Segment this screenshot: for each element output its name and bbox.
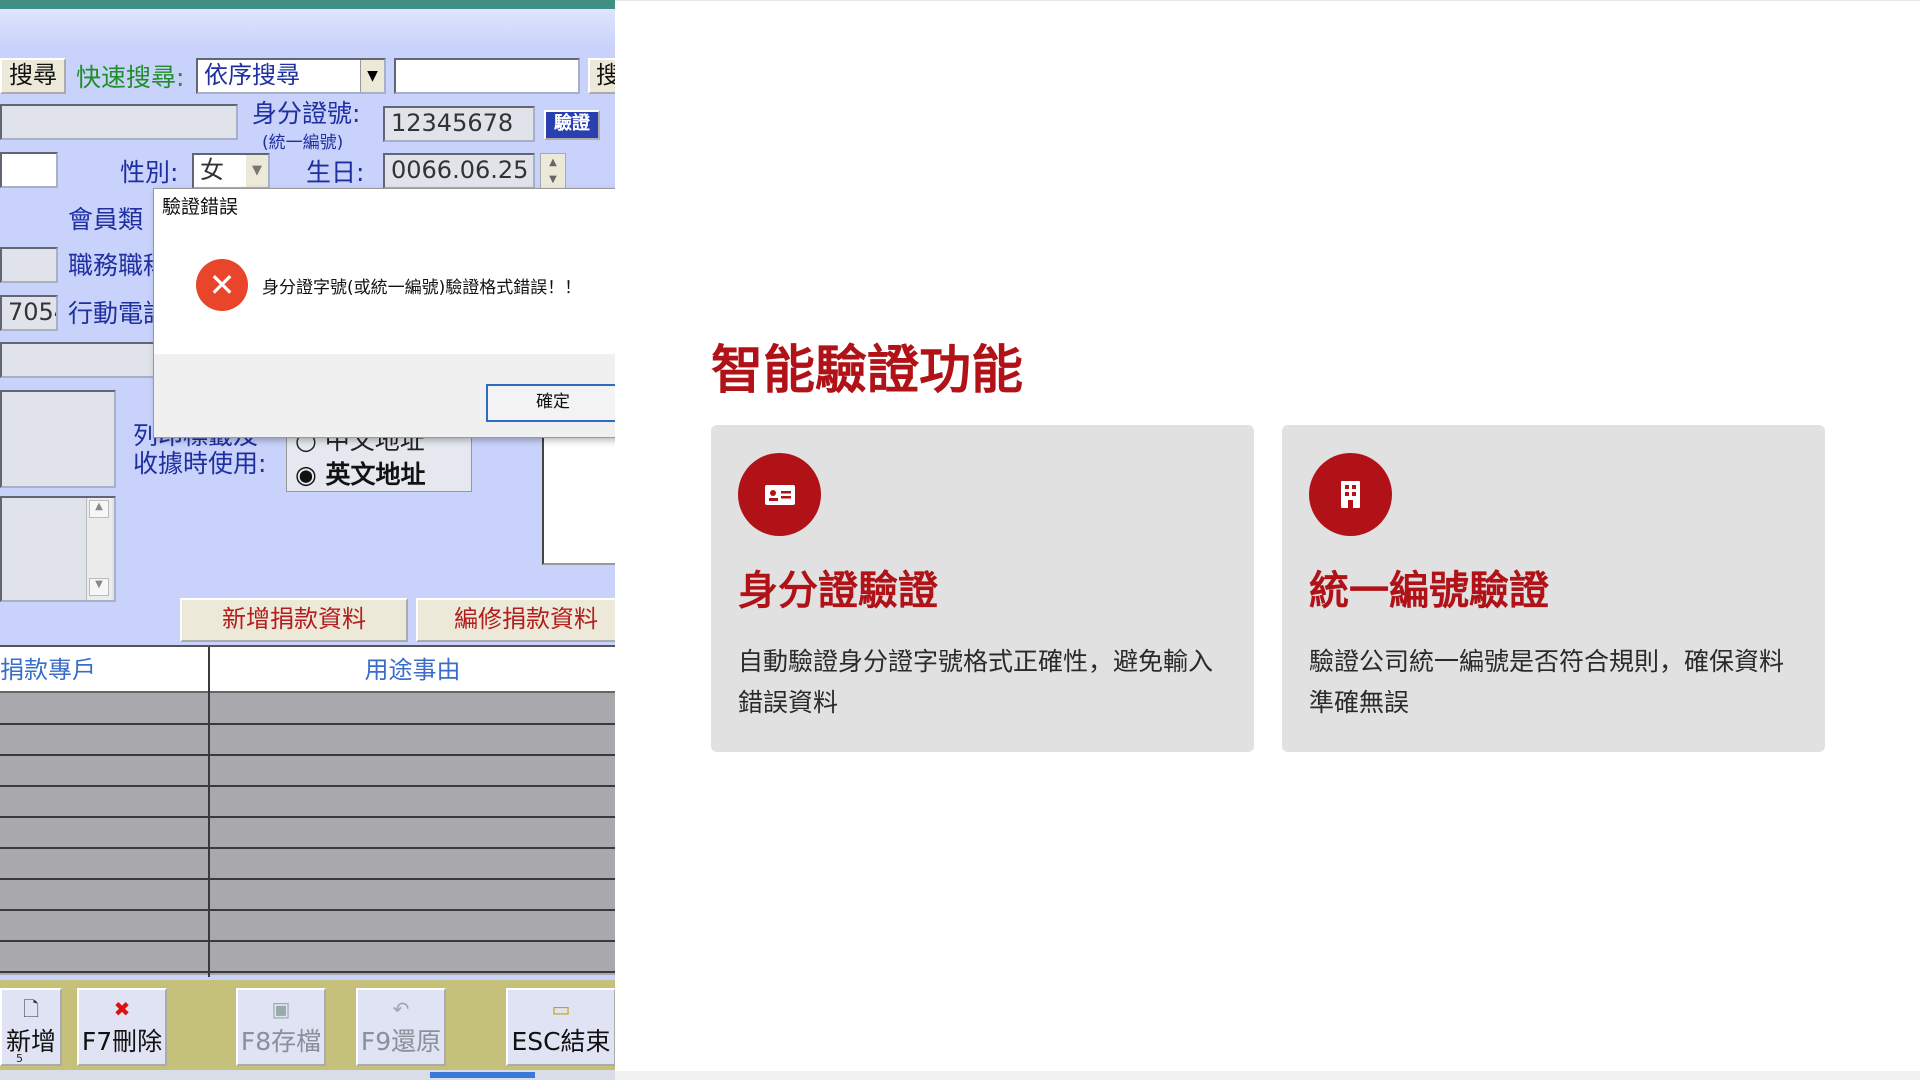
- email-field[interactable]: [0, 342, 160, 378]
- remark-scrollbar[interactable]: ▲ ▼: [86, 498, 112, 600]
- search-go-button[interactable]: 搜: [588, 58, 615, 94]
- table-row[interactable]: [0, 940, 615, 942]
- delete-record-icon: ✖: [113, 997, 131, 1021]
- search-text-input[interactable]: [394, 58, 580, 94]
- id-number-label: 身分證號:: [252, 99, 361, 128]
- restore-button-label: F9還原: [360, 1027, 442, 1056]
- birthday-spinner[interactable]: ▲ ▼: [540, 153, 566, 189]
- print-label-line2: 收據時使用:: [133, 449, 267, 478]
- quick-search-label: 快速搜尋:: [76, 63, 185, 92]
- gender-select[interactable]: 女 ▼: [192, 153, 270, 189]
- table-row[interactable]: [0, 785, 615, 787]
- feature-card-id: 身分證驗證 自動驗證身分證字號格式正確性，避免輸入錯誤資料: [711, 425, 1254, 752]
- add-donation-button[interactable]: 新增捐款資料: [180, 598, 408, 642]
- verify-button[interactable]: 驗證: [544, 110, 600, 140]
- search-go-label: 搜: [596, 61, 615, 89]
- undo-icon: ↶: [392, 997, 410, 1021]
- exit-button-label: ESC結束: [511, 1027, 611, 1056]
- birthday-label: 生日:: [306, 158, 365, 187]
- top-divider: [615, 0, 1920, 1]
- dialog-title: 驗證錯誤: [154, 189, 615, 229]
- id-number-value: 12345678: [391, 109, 514, 137]
- card-desc-business-id: 驗證公司統一編號是否符合規則，確保資料準確無誤: [1309, 647, 1785, 717]
- exit-button[interactable]: ▭ ESC結束: [506, 988, 615, 1066]
- phone-field[interactable]: 7054: [0, 295, 58, 331]
- address-option-en[interactable]: ◉ 英文地址: [295, 455, 426, 491]
- gender-value: 女: [200, 156, 224, 184]
- delete-button[interactable]: ✖ F7刪除: [77, 988, 167, 1066]
- birthday-value: 0066.06.25: [391, 156, 529, 184]
- id-card-icon: [738, 453, 821, 536]
- scroll-up-icon[interactable]: ▲: [89, 500, 109, 518]
- bottom-strip: [615, 1071, 1920, 1080]
- new-file-icon: 🗋: [22, 997, 40, 1021]
- floppy-disk-icon: ▣: [271, 997, 291, 1021]
- dialog-message: 身分證字號(或統一編號)驗證格式錯誤！！: [262, 278, 582, 298]
- grid-header: 捐款專戶 用途事由: [0, 647, 615, 693]
- card-title-id: 身分證驗證: [738, 568, 938, 614]
- add-donation-label: 新增捐款資料: [222, 605, 366, 633]
- table-row[interactable]: [0, 909, 615, 911]
- memo-box[interactable]: [542, 425, 615, 565]
- dialog-body: ✕ 身分證字號(或統一編號)驗證格式錯誤！！: [154, 229, 615, 354]
- table-row[interactable]: [0, 878, 615, 880]
- code-field[interactable]: [0, 152, 58, 188]
- app-header-gradient: [0, 9, 615, 49]
- donation-grid[interactable]: 捐款專戶 用途事由: [0, 645, 615, 977]
- save-button-label: F8存檔: [240, 1027, 322, 1056]
- status-progress: [430, 1072, 535, 1078]
- edit-donation-label: 編修捐款資料: [454, 605, 598, 633]
- search-button-label: 搜尋: [9, 61, 57, 89]
- grid-column-divider: [208, 647, 210, 977]
- chevron-down-icon[interactable]: ▼: [246, 155, 268, 187]
- app-title-strip: [0, 0, 615, 9]
- error-icon: ✕: [196, 259, 248, 311]
- dialog-ok-button[interactable]: 確定: [486, 384, 615, 422]
- note-area[interactable]: [0, 390, 116, 488]
- quick-search-value: 依序搜尋: [204, 61, 300, 89]
- error-dialog: 驗證錯誤 ✕ 身分證字號(或統一編號)驗證格式錯誤！！ 確定: [153, 188, 615, 438]
- dept-field[interactable]: [0, 247, 58, 283]
- scroll-down-icon[interactable]: ▼: [89, 578, 109, 596]
- table-row[interactable]: [0, 723, 615, 725]
- id-number-sublabel: (統一編號): [262, 133, 344, 153]
- name-field[interactable]: [0, 104, 238, 140]
- phone-value: 7054: [8, 298, 56, 326]
- restore-button[interactable]: ↶ F9還原: [356, 988, 446, 1066]
- quick-search-select[interactable]: 依序搜尋 ▼: [196, 58, 386, 94]
- card-title-business-id: 統一編號驗證: [1309, 568, 1549, 614]
- search-button[interactable]: 搜尋: [0, 58, 66, 94]
- table-row[interactable]: [0, 971, 615, 973]
- exit-folder-icon: ▭: [551, 997, 571, 1021]
- edit-donation-button[interactable]: 編修捐款資料: [416, 598, 615, 642]
- table-row[interactable]: [0, 754, 615, 756]
- delete-button-label: F7刪除: [81, 1027, 163, 1056]
- grid-column-account[interactable]: 捐款專戶: [0, 647, 100, 693]
- new-button-label: 新增: [5, 1027, 56, 1056]
- feature-title: 智能驗證功能: [711, 341, 1024, 401]
- grid-column-purpose[interactable]: 用途事由: [210, 647, 615, 693]
- gender-label: 性別:: [120, 158, 179, 187]
- donor-app-window: 搜尋 快速搜尋: 依序搜尋 ▼ 搜 身分證號: (統一編號) 12345678 …: [0, 0, 615, 1080]
- card-desc-id: 自動驗證身分證字號格式正確性，避免輸入錯誤資料: [738, 647, 1214, 717]
- feature-card-business-id: 統一編號驗證 驗證公司統一編號是否符合規則，確保資料準確無誤: [1282, 425, 1825, 752]
- table-row[interactable]: [0, 847, 615, 849]
- table-row[interactable]: [0, 816, 615, 818]
- id-number-field[interactable]: 12345678: [383, 106, 535, 142]
- address-option-en-label: 英文地址: [325, 460, 426, 489]
- new-button-badge: 5: [16, 1052, 23, 1065]
- save-button[interactable]: ▣ F8存檔: [236, 988, 326, 1066]
- verify-button-label: 驗證: [554, 113, 590, 134]
- member-type-label: 會員類: [68, 205, 144, 234]
- new-button[interactable]: 🗋 新增 5: [0, 988, 62, 1066]
- chevron-down-icon[interactable]: ▼: [360, 60, 384, 92]
- building-icon: [1309, 453, 1392, 536]
- birthday-field[interactable]: 0066.06.25: [383, 153, 535, 189]
